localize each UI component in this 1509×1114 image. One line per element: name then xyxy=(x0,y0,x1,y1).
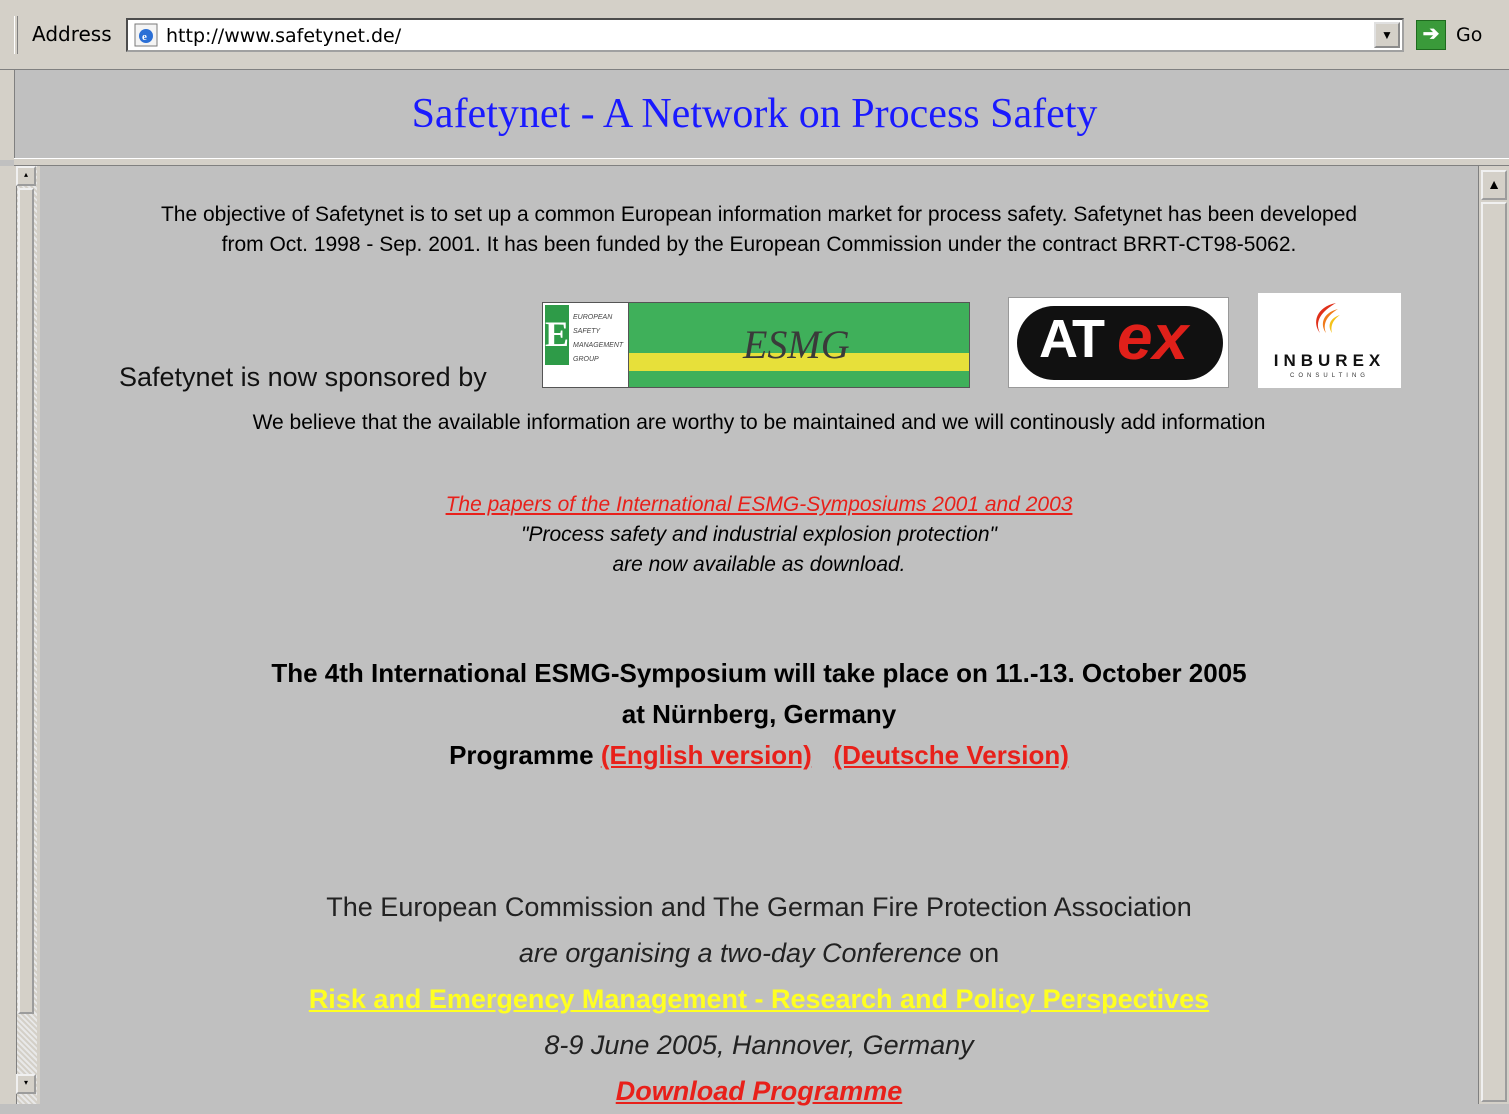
page-title: Safetynet - A Network on Process Safety xyxy=(411,91,1098,137)
esmg-logo[interactable]: E EUROPEAN SAFETY MANAGEMENT GROUP ESMG xyxy=(542,302,970,388)
conference-intro: are organising a two-day Conference on xyxy=(40,930,1478,976)
toolbar-grip[interactable] xyxy=(14,16,18,54)
esmg-small-line: SAFETY xyxy=(573,328,601,335)
papers-subtitle: "Process safety and industrial explosion… xyxy=(521,523,997,546)
esmg-logo-box: E EUROPEAN SAFETY MANAGEMENT GROUP xyxy=(543,303,629,387)
deutsche-version-link[interactable]: (Deutsche Version) xyxy=(833,740,1069,770)
atex-logo[interactable]: AT ex xyxy=(1008,297,1229,388)
title-frame: Safetynet - A Network on Process Safety xyxy=(0,70,1509,160)
atex-ex-text: ex xyxy=(1117,301,1189,373)
frame-divider[interactable] xyxy=(14,158,1509,166)
address-url: http://www.safetynet.de/ xyxy=(166,25,402,47)
programme-label: Programme xyxy=(449,740,594,770)
esmg-small-line: EUROPEAN xyxy=(573,314,613,321)
download-programme-link[interactable]: Download Programme xyxy=(616,1076,903,1106)
esmg-e-icon: E xyxy=(545,305,569,365)
english-version-link[interactable]: (English version) xyxy=(601,740,812,770)
papers-available: are now available as download. xyxy=(612,553,906,576)
conference-block: The European Commission and The German F… xyxy=(40,884,1478,1114)
conference-intro-italic: are organising a two-day Conference xyxy=(518,938,962,968)
believe-text: We believe that the available informatio… xyxy=(252,411,1266,434)
atex-at-text: AT xyxy=(1039,309,1105,369)
main-content: The objective of Safetynet is to set up … xyxy=(40,166,1478,1106)
inburex-logo[interactable]: INBUREX CONSULTING xyxy=(1258,293,1401,388)
right-scrollbar-thumb[interactable] xyxy=(1481,202,1507,1102)
papers-download-link[interactable]: The papers of the International ESMG-Sym… xyxy=(446,493,1073,516)
symposium-block: The 4th International ESMG-Symposium wil… xyxy=(40,653,1478,776)
papers-block: The papers of the International ESMG-Sym… xyxy=(40,490,1478,580)
esmg-small-text: EUROPEAN SAFETY MANAGEMENT GROUP xyxy=(573,311,623,367)
scroll-up-arrow-icon[interactable]: ▲ xyxy=(1481,170,1507,200)
sponsor-label: Safetynet is now sponsored by xyxy=(119,362,487,392)
left-scroll-up-button[interactable]: ▴ xyxy=(16,166,36,186)
inburex-name: INBUREX xyxy=(1273,351,1386,370)
ie-page-icon: e xyxy=(134,23,158,47)
address-label: Address xyxy=(32,22,112,46)
svg-text:e: e xyxy=(142,31,147,43)
objective-text: The objective of Safetynet is to set up … xyxy=(40,200,1478,260)
address-dropdown-icon[interactable]: ▼ xyxy=(1374,22,1400,48)
esmg-small-line: MANAGEMENT xyxy=(573,342,624,349)
symposium-line-2: at Nürnberg, Germany xyxy=(621,699,897,729)
go-arrow-icon[interactable]: ➔ xyxy=(1416,20,1446,50)
symposium-line-1: The 4th International ESMG-Symposium wil… xyxy=(271,658,1247,688)
left-frame: ▴ ▾ xyxy=(0,166,40,1104)
objective-line-2: from Oct. 1998 - Sep. 2001. It has been … xyxy=(221,233,1297,256)
conference-organisers: The European Commission and The German F… xyxy=(326,892,1192,922)
address-toolbar: Address e http://www.safetynet.de/ ▼ ➔ G… xyxy=(0,0,1509,70)
left-scrollbar-thumb[interactable] xyxy=(18,188,34,1014)
objective-line-1: The objective of Safetynet is to set up … xyxy=(160,203,1358,226)
esmg-small-line: GROUP xyxy=(573,356,599,363)
conference-date: 8-9 June 2005, Hannover, Germany xyxy=(544,1030,974,1060)
left-scroll-down-button[interactable]: ▾ xyxy=(16,1074,36,1094)
inburex-sub: CONSULTING xyxy=(1290,373,1369,379)
conference-title-link[interactable]: Risk and Emergency Management - Research… xyxy=(309,984,1209,1014)
esmg-logo-word: ESMG xyxy=(743,322,850,367)
conference-intro-tail: on xyxy=(961,938,1000,968)
right-scrollbar[interactable]: ▲ xyxy=(1478,166,1509,1104)
inburex-flame-icon xyxy=(1316,303,1340,333)
address-input[interactable]: e http://www.safetynet.de/ ▼ xyxy=(126,18,1404,52)
go-button[interactable]: Go xyxy=(1456,24,1482,46)
